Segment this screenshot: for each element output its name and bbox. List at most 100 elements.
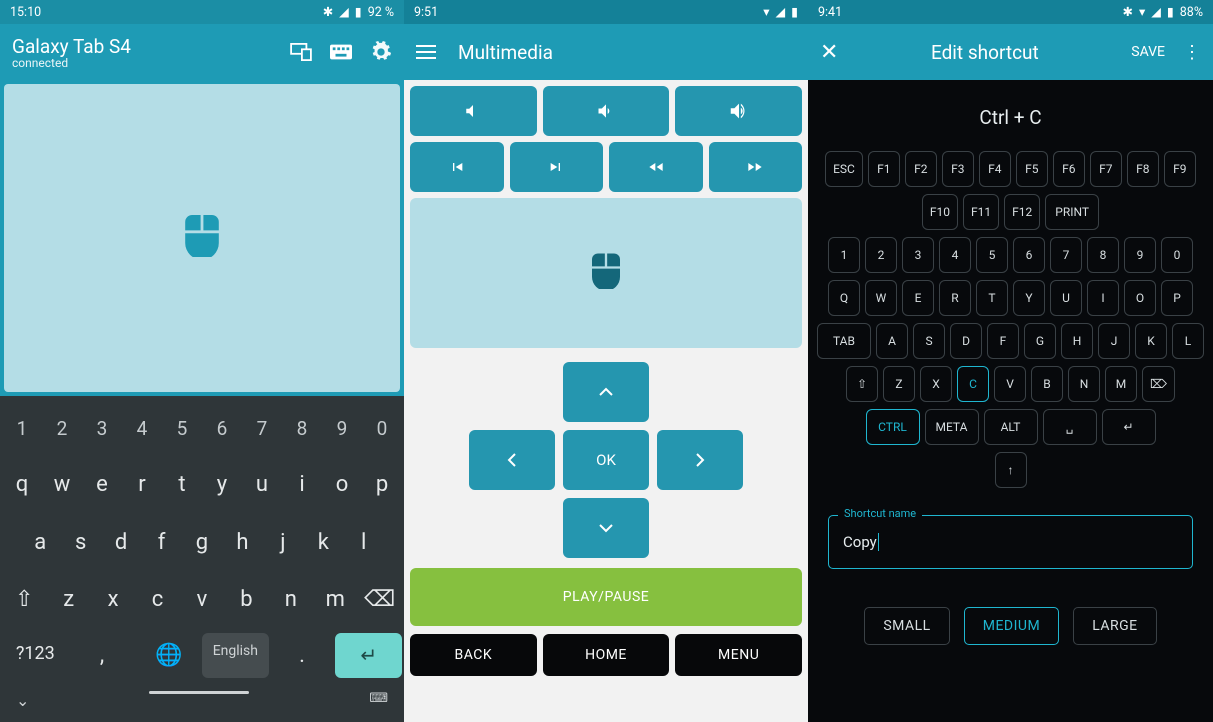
size-large-button[interactable]: LARGE bbox=[1073, 607, 1156, 645]
save-button[interactable]: SAVE bbox=[1131, 44, 1165, 60]
osk-globe-key[interactable]: 🌐 bbox=[135, 633, 202, 678]
kb-k[interactable]: K bbox=[1135, 323, 1167, 359]
home-button[interactable]: HOME bbox=[543, 634, 670, 676]
menu-button[interactable]: MENU bbox=[675, 634, 802, 676]
kb-f2[interactable]: F2 bbox=[905, 151, 937, 187]
kb-g[interactable]: G bbox=[1024, 323, 1056, 359]
kb-f[interactable]: F bbox=[987, 323, 1019, 359]
kb-arrow-up[interactable]: ↑ bbox=[995, 452, 1027, 488]
fast-forward-button[interactable] bbox=[709, 142, 803, 192]
kb-x[interactable]: X bbox=[920, 366, 952, 402]
osk-period-key[interactable]: . bbox=[269, 633, 336, 678]
osk-key-u[interactable]: u bbox=[242, 460, 282, 509]
kb-o[interactable]: O bbox=[1124, 280, 1156, 316]
kb-meta[interactable]: META bbox=[925, 409, 979, 445]
osk-key-9[interactable]: 9 bbox=[322, 405, 362, 452]
gear-icon[interactable] bbox=[370, 41, 392, 63]
displays-icon[interactable] bbox=[290, 41, 312, 63]
touchpad[interactable] bbox=[4, 84, 400, 392]
osk-key-1[interactable]: 1 bbox=[2, 405, 42, 452]
kb-↵[interactable]: ↵ bbox=[1102, 409, 1156, 445]
kb-␣[interactable]: ␣ bbox=[1043, 409, 1097, 445]
kb-v[interactable]: V bbox=[994, 366, 1026, 402]
osk-key-5[interactable]: 5 bbox=[162, 405, 202, 452]
osk-key-x[interactable]: x bbox=[91, 575, 135, 624]
nav-handle[interactable] bbox=[149, 691, 249, 694]
kb-f6[interactable]: F6 bbox=[1053, 151, 1085, 187]
osk-language-key[interactable]: English bbox=[202, 633, 269, 678]
osk-key-h[interactable]: h bbox=[222, 518, 262, 567]
kb-d[interactable]: D bbox=[950, 323, 982, 359]
kb-j[interactable]: J bbox=[1098, 323, 1130, 359]
osk-key-v[interactable]: v bbox=[180, 575, 224, 624]
osk-key-f[interactable]: f bbox=[141, 518, 181, 567]
kb-f3[interactable]: F3 bbox=[942, 151, 974, 187]
kb-6[interactable]: 6 bbox=[1013, 237, 1045, 273]
kb-7[interactable]: 7 bbox=[1050, 237, 1082, 273]
volume-up-button[interactable] bbox=[675, 86, 802, 136]
osk-key-w[interactable]: w bbox=[42, 460, 82, 509]
size-small-button[interactable]: SMALL bbox=[864, 607, 949, 645]
play-pause-button[interactable]: PLAY/PAUSE bbox=[410, 568, 802, 626]
kb-0[interactable]: 0 bbox=[1161, 237, 1193, 273]
rewind-button[interactable] bbox=[609, 142, 703, 192]
kb-⇧[interactable]: ⇧ bbox=[846, 366, 878, 402]
osk-key-e[interactable]: e bbox=[82, 460, 122, 509]
kb-2[interactable]: 2 bbox=[865, 237, 897, 273]
osk-key-a[interactable]: a bbox=[20, 518, 60, 567]
kb-q[interactable]: Q bbox=[828, 280, 860, 316]
kb-w[interactable]: W bbox=[865, 280, 897, 316]
osk-key-7[interactable]: 7 bbox=[242, 405, 282, 452]
dpad-right-button[interactable] bbox=[657, 430, 743, 490]
kb-r[interactable]: R bbox=[939, 280, 971, 316]
kb-f11[interactable]: F11 bbox=[963, 194, 999, 230]
size-medium-button[interactable]: MEDIUM bbox=[964, 607, 1059, 645]
kb-1[interactable]: 1 bbox=[828, 237, 860, 273]
osk-key-z[interactable]: z bbox=[46, 575, 90, 624]
osk-key-b[interactable]: b bbox=[224, 575, 268, 624]
volume-down-button[interactable] bbox=[543, 86, 670, 136]
back-button[interactable]: BACK bbox=[410, 634, 537, 676]
prev-track-button[interactable] bbox=[410, 142, 504, 192]
kb-p[interactable]: P bbox=[1161, 280, 1193, 316]
touchpad[interactable] bbox=[410, 198, 802, 348]
kb-e[interactable]: E bbox=[902, 280, 934, 316]
dpad-down-button[interactable] bbox=[563, 498, 649, 558]
kb-l[interactable]: L bbox=[1172, 323, 1204, 359]
hamburger-icon[interactable] bbox=[416, 45, 436, 59]
osk-key-m[interactable]: m bbox=[313, 575, 357, 624]
kb-y[interactable]: Y bbox=[1013, 280, 1045, 316]
kb-3[interactable]: 3 bbox=[902, 237, 934, 273]
keyboard-options-icon[interactable]: ⌨ bbox=[369, 691, 388, 710]
kb-n[interactable]: N bbox=[1068, 366, 1100, 402]
kb-i[interactable]: I bbox=[1087, 280, 1119, 316]
kb-f7[interactable]: F7 bbox=[1090, 151, 1122, 187]
kb-s[interactable]: S bbox=[913, 323, 945, 359]
next-track-button[interactable] bbox=[510, 142, 604, 192]
kb-9[interactable]: 9 bbox=[1124, 237, 1156, 273]
kb-h[interactable]: H bbox=[1061, 323, 1093, 359]
osk-key-i[interactable]: i bbox=[282, 460, 322, 509]
kb-f12[interactable]: F12 bbox=[1004, 194, 1040, 230]
osk-key-p[interactable]: p bbox=[362, 460, 402, 509]
kb-tab[interactable]: TAB bbox=[817, 323, 871, 359]
kb-f8[interactable]: F8 bbox=[1127, 151, 1159, 187]
dpad-left-button[interactable] bbox=[469, 430, 555, 490]
kb-b[interactable]: B bbox=[1031, 366, 1063, 402]
osk-key-n[interactable]: n bbox=[269, 575, 313, 624]
osk-key-d[interactable]: d bbox=[101, 518, 141, 567]
osk-key-g[interactable]: g bbox=[182, 518, 222, 567]
osk-key-0[interactable]: 0 bbox=[362, 405, 402, 452]
kb-m[interactable]: M bbox=[1105, 366, 1137, 402]
keyboard-icon[interactable] bbox=[330, 41, 352, 63]
osk-key-2[interactable]: 2 bbox=[42, 405, 82, 452]
kb-f9[interactable]: F9 bbox=[1164, 151, 1196, 187]
osk-key-y[interactable]: y bbox=[202, 460, 242, 509]
osk-key-8[interactable]: 8 bbox=[282, 405, 322, 452]
osk-symbols-key[interactable]: ?123 bbox=[2, 633, 69, 678]
kb-z[interactable]: Z bbox=[883, 366, 915, 402]
kb-print[interactable]: PRINT bbox=[1045, 194, 1099, 230]
kb-t[interactable]: T bbox=[976, 280, 1008, 316]
osk-key-6[interactable]: 6 bbox=[202, 405, 242, 452]
shortcut-name-input[interactable]: Copy bbox=[828, 515, 1193, 569]
